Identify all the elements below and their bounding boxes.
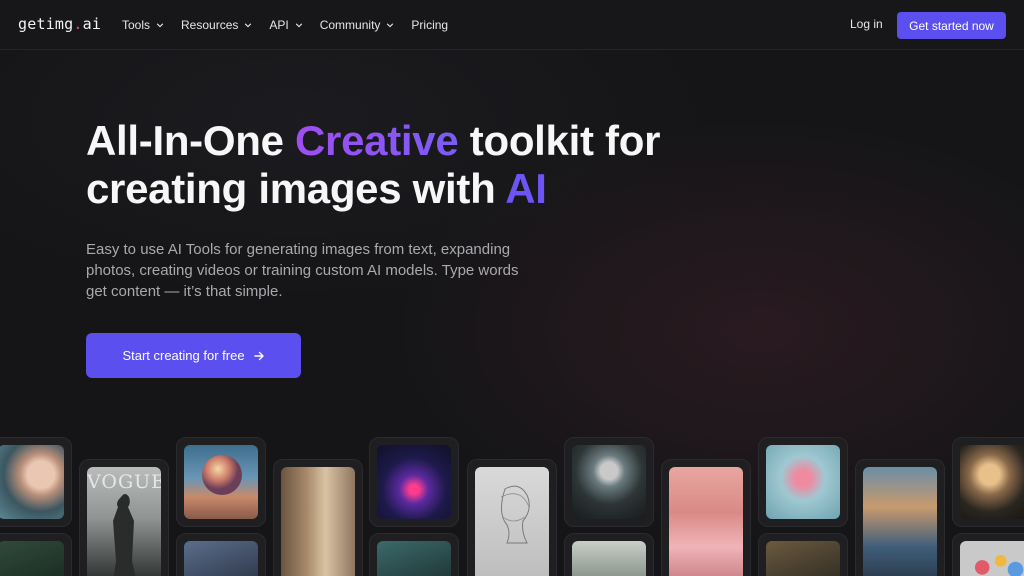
start-creating-button[interactable]: Start creating for free [86, 333, 301, 378]
vogue-cover-image: VOGUE [87, 467, 161, 576]
balloons-image [960, 541, 1024, 576]
misty-scene-image [572, 541, 646, 576]
statue-figure-shape [113, 494, 136, 576]
chevron-down-icon [387, 23, 394, 28]
get-started-button[interactable]: Get started now [897, 12, 1006, 39]
top-navbar: getimg.ai Tools Resources API Community … [0, 0, 1024, 50]
wire-head-shape [500, 485, 530, 544]
hero-title-highlight-ai: AI [505, 165, 547, 212]
room-interior-image [766, 541, 840, 576]
teal-portrait-image [377, 541, 451, 576]
gallery-card[interactable] [176, 533, 266, 576]
alien-bust-image [572, 445, 646, 519]
astronaut-image [863, 467, 937, 576]
gallery-card[interactable]: VOGUE [79, 459, 169, 576]
nav-item-label: Community [319, 18, 381, 32]
gallery-card[interactable] [0, 533, 72, 576]
wire-sketch-image [475, 467, 549, 576]
golden-bust-image [960, 445, 1024, 519]
sphere-landscape-image [184, 445, 258, 519]
logo[interactable]: getimg.ai [18, 15, 101, 33]
gallery-card[interactable] [564, 533, 654, 576]
gallery-card[interactable] [369, 533, 459, 576]
arrow-right-icon [253, 351, 264, 360]
hero-subtitle: Easy to use AI Tools for generating imag… [86, 241, 519, 300]
nav-item-pricing[interactable]: Pricing [411, 18, 448, 32]
hero-title-part1: All-In-One [86, 117, 296, 164]
logo-tld: ai [82, 15, 102, 33]
chevron-down-icon [156, 23, 164, 28]
portrait-face-image [0, 445, 64, 519]
gallery-card[interactable] [758, 437, 848, 527]
login-link[interactable]: Log in [850, 17, 883, 31]
gallery-card[interactable] [661, 459, 751, 576]
pink-room-image [669, 467, 743, 576]
nav-item-tools[interactable]: Tools [122, 18, 164, 32]
gallery-card[interactable] [855, 459, 945, 576]
gallery-card[interactable] [952, 533, 1024, 576]
gallery-card[interactable] [176, 437, 266, 527]
green-portrait-image [0, 541, 64, 576]
nav-item-label: Resources [181, 18, 239, 32]
gallery-card[interactable] [273, 459, 363, 576]
gallery-card[interactable] [952, 437, 1024, 527]
hero-title: All-In-One Creative toolkit for creating… [86, 117, 726, 213]
interior-room-image [281, 467, 355, 576]
start-creating-label: Start creating for free [122, 348, 245, 363]
nav-item-api[interactable]: API [269, 18, 302, 32]
nav-item-community[interactable]: Community [320, 18, 395, 32]
nav-item-label: Tools [122, 18, 151, 32]
hero-title-highlight-creative: Creative [295, 117, 459, 164]
gallery-card[interactable] [758, 533, 848, 576]
main-menu: Tools Resources API Community Pricing [122, 0, 448, 50]
chevron-down-icon [245, 23, 252, 28]
logo-main: getimg [18, 15, 74, 33]
ethereal-figure-image [766, 445, 840, 519]
sphere-shape [202, 455, 242, 495]
gallery-card[interactable] [369, 437, 459, 527]
nav-item-label: Pricing [411, 18, 449, 32]
nav-item-resources[interactable]: Resources [181, 18, 252, 32]
chevron-down-icon [295, 23, 302, 28]
fantasy-figure-image [184, 541, 258, 576]
gallery-card[interactable] [564, 437, 654, 527]
cyber-figure-image [377, 445, 451, 519]
nav-item-label: API [269, 18, 289, 32]
gallery-card[interactable] [0, 437, 72, 527]
logo-dot: . [73, 15, 83, 33]
gallery-card[interactable] [467, 459, 557, 576]
